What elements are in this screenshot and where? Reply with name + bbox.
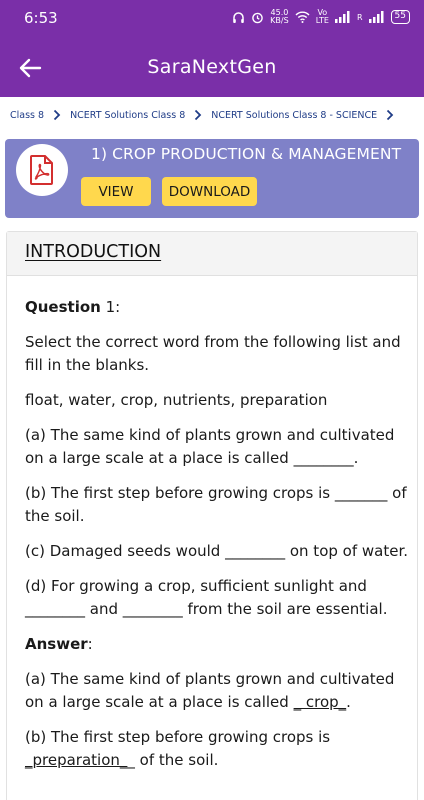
status-bar: 6:53 45.0 KB/S Vo LTE R 55 — [0, 0, 424, 38]
question-a: (a) The same kind of plants grown and cu… — [25, 426, 395, 467]
volte-bottom: LTE — [315, 16, 329, 25]
chevron-right-icon — [185, 107, 211, 123]
answer-b-fill: _preparation_ — [25, 751, 128, 769]
network-speed: 45.0 KB/S — [270, 9, 289, 25]
answer-a-fill: _ crop_ — [293, 693, 347, 711]
chapter-banner: 1) CROP PRODUCTION & MANAGEMENT VIEW DOW… — [5, 139, 419, 218]
pdf-icon — [16, 144, 68, 196]
content-card: INTRODUCTION Question 1: Select the corr… — [6, 231, 418, 800]
question-label: Question 1: — [25, 296, 409, 319]
speed-unit: KB/S — [270, 16, 289, 25]
answer-b-text: (b) The first step before growing crops … — [25, 728, 331, 746]
chevron-right-icon — [44, 107, 70, 123]
question-number: 1: — [100, 298, 121, 316]
breadcrumb-item-class8[interactable]: Class 8 — [10, 110, 44, 121]
question-c: (c) Damaged seeds would ________ on top … — [25, 542, 409, 560]
signal-icon-2 — [368, 11, 384, 23]
question-prompt: Select the correct word from the followi… — [25, 333, 401, 374]
download-button[interactable]: DOWNLOAD — [162, 177, 257, 206]
answer-label: Answer: — [25, 633, 409, 656]
question-word: Question — [25, 298, 101, 316]
breadcrumb: Class 8 NCERT Solutions Class 8 NCERT So… — [0, 97, 424, 133]
answer-a-suffix: . — [346, 693, 351, 711]
question-b: (b) The first step before growing crops … — [25, 484, 407, 525]
headphones-icon — [233, 11, 244, 23]
status-time: 6:53 — [24, 9, 58, 27]
status-icons: 45.0 KB/S Vo LTE R 55 — [232, 9, 410, 25]
answer-a: (a) The same kind of plants grown and cu… — [25, 668, 409, 714]
section-heading: INTRODUCTION — [25, 242, 162, 262]
wifi-icon — [295, 11, 310, 23]
alarm-icon — [252, 12, 263, 23]
app-title: SaraNextGen — [147, 56, 277, 78]
breadcrumb-item-ncert-class8[interactable]: NCERT Solutions Class 8 — [70, 110, 185, 121]
content-body: Question 1: Select the correct word from… — [25, 296, 409, 784]
word-list: float, water, crop, nutrients, preparati… — [25, 391, 328, 409]
chapter-title: 1) CROP PRODUCTION & MANAGEMENT — [91, 145, 402, 163]
volte-label: Vo LTE — [316, 9, 329, 25]
chevron-right-icon — [377, 107, 403, 123]
answer-colon: : — [87, 635, 93, 653]
breadcrumb-item-science[interactable]: NCERT Solutions Class 8 - SCIENCE — [211, 110, 377, 121]
roaming-label: R — [356, 12, 363, 22]
answer-b-suffix: _ of the soil. — [127, 751, 219, 769]
question-d: (d) For growing a crop, sufficient sunli… — [25, 577, 388, 618]
battery-icon: 55 — [390, 10, 410, 24]
answer-b: (b) The first step before growing crops … — [25, 726, 409, 772]
card-header: INTRODUCTION — [7, 232, 417, 276]
answer-word: Answer — [25, 635, 88, 653]
signal-icon — [334, 11, 350, 23]
view-button[interactable]: VIEW — [81, 177, 151, 206]
app-bar: SaraNextGen — [0, 38, 424, 97]
